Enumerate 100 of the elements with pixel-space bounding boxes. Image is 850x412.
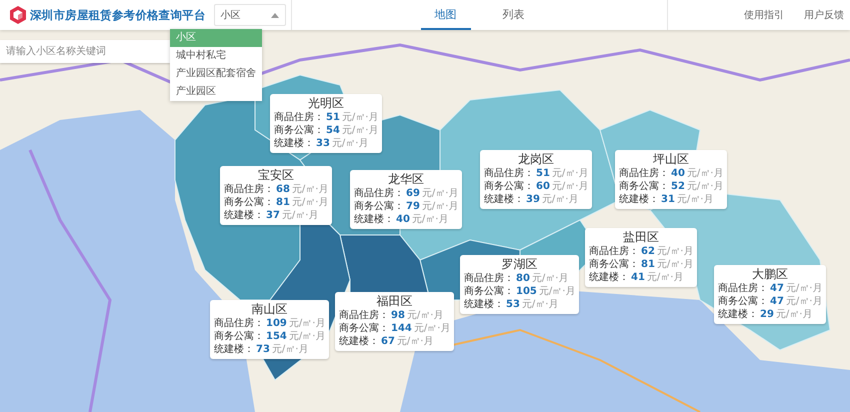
district-name: 福田区 <box>376 294 414 309</box>
price-unit: 元/㎡·月 <box>786 282 822 295</box>
price-value: 81 <box>641 258 655 271</box>
price-unit: 元/㎡·月 <box>542 193 578 206</box>
district-name: 龙华区 <box>387 172 426 187</box>
price-value: 54 <box>326 124 340 137</box>
price-unit: 元/㎡·月 <box>342 111 378 124</box>
price-value: 31 <box>661 193 675 206</box>
price-value: 29 <box>760 308 774 321</box>
district-name: 罗湖区 <box>500 257 539 272</box>
district-name: 南山区 <box>250 302 289 317</box>
price-label: 统建楼： <box>354 213 394 226</box>
price-value: 81 <box>276 196 290 209</box>
price-value: 154 <box>266 330 287 343</box>
price-value: 47 <box>770 295 784 308</box>
price-label: 商务公寓： <box>354 200 404 213</box>
price-unit: 元/㎡·月 <box>422 200 458 213</box>
price-label: 商务公寓： <box>274 124 324 137</box>
price-value: 47 <box>770 282 784 295</box>
price-label: 统建楼： <box>224 209 264 222</box>
price-label: 统建楼： <box>464 298 504 311</box>
price-value: 98 <box>391 309 405 322</box>
price-label: 统建楼： <box>589 271 629 284</box>
price-unit: 元/㎡·月 <box>538 285 576 298</box>
price-unit: 元/㎡·月 <box>656 258 694 271</box>
price-unit: 元/㎡·月 <box>282 209 318 222</box>
price-unit: 元/㎡·月 <box>552 167 588 180</box>
price-unit: 元/㎡·月 <box>396 335 434 348</box>
price-label: 商品住房： <box>214 317 264 330</box>
price-unit: 元/㎡·月 <box>646 271 684 284</box>
price-unit: 元/㎡·月 <box>522 298 558 311</box>
price-unit: 元/㎡·月 <box>288 317 326 330</box>
price-unit: 元/㎡·月 <box>342 124 378 137</box>
price-label: 商务公寓： <box>464 285 514 298</box>
price-unit: 元/㎡·月 <box>552 180 588 193</box>
price-label: 商务公寓： <box>589 258 639 271</box>
district-name: 宝安区 <box>257 168 296 183</box>
price-label: 商务公寓： <box>619 180 669 193</box>
price-unit: 元/㎡·月 <box>786 295 822 308</box>
price-value: 53 <box>506 298 520 311</box>
price-unit: 元/㎡·月 <box>332 137 368 150</box>
district-name: 光明区 <box>307 96 346 111</box>
price-unit: 元/㎡·月 <box>532 272 568 285</box>
price-value: 40 <box>396 213 410 226</box>
price-unit: 元/㎡·月 <box>406 309 444 322</box>
price-label: 商品住房： <box>464 272 514 285</box>
district-name: 盐田区 <box>622 230 660 245</box>
price-label: 商品住房： <box>339 309 389 322</box>
price-unit: 元/㎡·月 <box>676 193 714 206</box>
price-label: 商品住房： <box>718 282 768 295</box>
price-unit: 元/㎡·月 <box>776 308 812 321</box>
price-value: 60 <box>536 180 550 193</box>
price-unit: 元/㎡·月 <box>414 322 450 335</box>
price-unit: 元/㎡·月 <box>412 213 448 226</box>
price-unit: 元/㎡·月 <box>686 167 724 180</box>
price-unit: 元/㎡·月 <box>422 187 458 200</box>
price-label: 商务公寓： <box>484 180 534 193</box>
price-unit: 元/㎡·月 <box>292 196 328 209</box>
price-label: 商品住房： <box>224 183 274 196</box>
price-label: 商品住房： <box>354 187 404 200</box>
price-value: 51 <box>536 167 550 180</box>
price-label: 商品住房： <box>589 245 639 258</box>
price-value: 105 <box>516 285 537 298</box>
price-value: 79 <box>406 200 420 213</box>
price-label: 商务公寓： <box>718 295 768 308</box>
price-unit: 元/㎡·月 <box>288 330 326 343</box>
price-unit: 元/㎡·月 <box>292 183 328 196</box>
price-label: 商务公寓： <box>339 322 389 335</box>
price-label: 统建楼： <box>274 137 314 150</box>
price-value: 41 <box>631 271 645 284</box>
price-value: 33 <box>316 137 330 150</box>
price-value: 39 <box>526 193 540 206</box>
price-label: 统建楼： <box>619 193 659 206</box>
price-value: 69 <box>406 187 420 200</box>
price-unit: 元/㎡·月 <box>272 343 308 356</box>
price-label: 统建楼： <box>214 343 254 356</box>
price-value: 144 <box>391 322 412 335</box>
price-label: 商品住房： <box>274 111 324 124</box>
district-name: 坪山区 <box>652 152 690 167</box>
price-value: 109 <box>266 317 287 330</box>
price-label: 商品住房： <box>484 167 534 180</box>
price-label: 商品住房： <box>619 167 669 180</box>
price-value: 37 <box>266 209 280 222</box>
district-name: 大鹏区 <box>751 267 790 282</box>
price-value: 68 <box>276 183 290 196</box>
price-value: 67 <box>381 335 395 348</box>
price-value: 73 <box>256 343 270 356</box>
price-label: 统建楼： <box>339 335 379 348</box>
price-label: 商务公寓： <box>224 196 274 209</box>
price-label: 统建楼： <box>484 193 524 206</box>
price-value: 80 <box>516 272 530 285</box>
district-name: 龙岗区 <box>517 152 556 167</box>
price-label: 统建楼： <box>718 308 758 321</box>
price-unit: 元/㎡·月 <box>686 180 724 193</box>
price-unit: 元/㎡·月 <box>656 245 694 258</box>
site-title: 深圳市房屋租赁参考价格查询平台 <box>30 8 206 22</box>
price-label: 商务公寓： <box>214 330 264 343</box>
price-value: 52 <box>671 180 685 193</box>
price-value: 62 <box>641 245 655 258</box>
price-value: 51 <box>326 111 340 124</box>
